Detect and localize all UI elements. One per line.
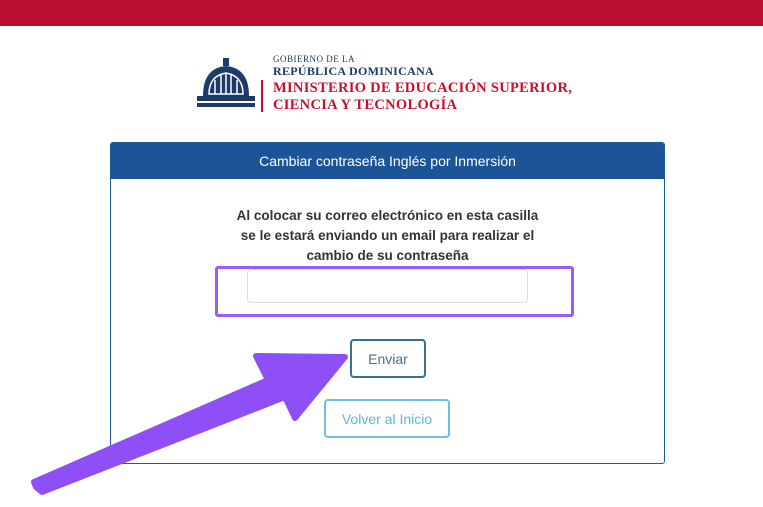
back-home-button[interactable]: Volver al Inicio — [324, 399, 450, 438]
instructions-line: Al colocar su correo electrónico en esta… — [236, 208, 539, 223]
ministry-line-1: MINISTERIO DE EDUCACIÓN SUPERIOR, — [273, 80, 573, 96]
instructions-line: se le estará enviando un email para real… — [240, 228, 535, 243]
send-button[interactable]: Enviar — [350, 339, 426, 378]
gov-line: GOBIERNO DE LA — [273, 54, 355, 64]
ministry-logo: GOBIERNO DE LA REPÚBLICA DOMINICANA MINI… — [195, 52, 585, 114]
instructions-line: cambio de su contraseña — [306, 248, 469, 263]
email-input[interactable] — [247, 269, 528, 303]
dome-emblem-icon — [197, 58, 255, 107]
ministry-line-2: CIENCIA Y TECNOLOGÍA — [273, 97, 458, 113]
republic-line: REPÚBLICA DOMINICANA — [273, 64, 435, 78]
logo-divider — [261, 80, 263, 112]
password-reset-card: Cambiar contraseña Inglés por Inmersión … — [110, 142, 665, 464]
top-brand-bar — [0, 0, 763, 26]
instructions-text: Al colocar su correo electrónico en esta… — [111, 206, 664, 266]
card-title: Cambiar contraseña Inglés por Inmersión — [111, 143, 664, 179]
